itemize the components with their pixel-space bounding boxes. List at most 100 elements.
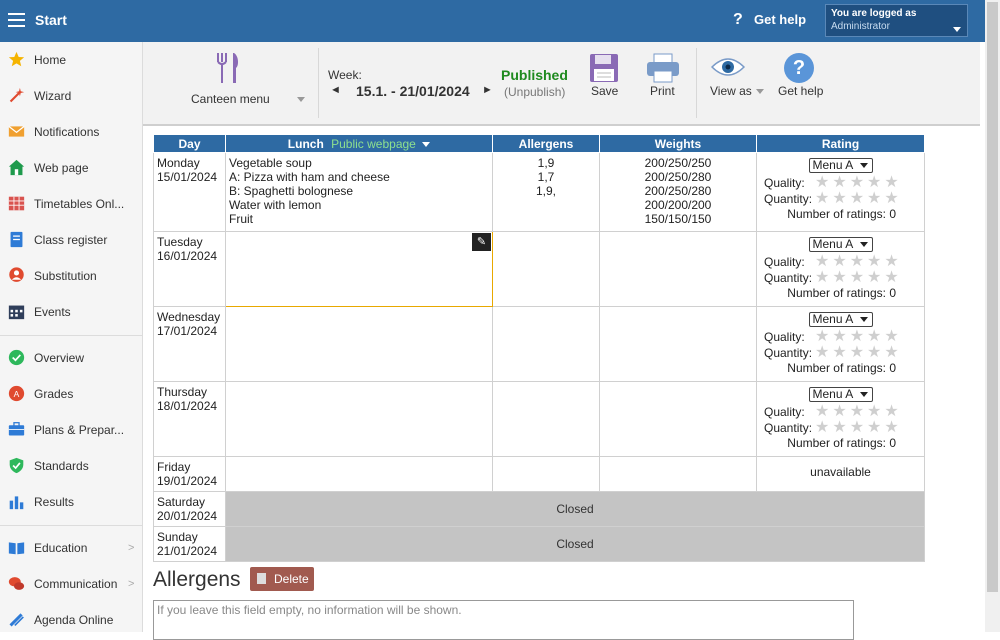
quantity-stars-icon[interactable]: ★★★★★ bbox=[815, 270, 902, 286]
scrollbar-thumb[interactable] bbox=[987, 2, 998, 592]
lunch-cell[interactable]: Vegetable soup A: Pizza with ham and che… bbox=[225, 152, 493, 232]
wand-icon bbox=[9, 87, 25, 103]
sidebar-item-label: Overview bbox=[34, 351, 85, 365]
next-week-button[interactable]: ► bbox=[482, 84, 493, 96]
plans-icon bbox=[8, 422, 25, 436]
house-icon bbox=[8, 159, 25, 176]
print-button[interactable]: Print bbox=[643, 52, 685, 110]
hamburger-menu-icon[interactable] bbox=[8, 13, 25, 27]
user-menu[interactable]: You are logged as Administrator bbox=[825, 4, 968, 37]
quantity-rating: Quantity: ★★★★★ bbox=[760, 420, 921, 436]
sidebar-item-wizard[interactable]: Wizard bbox=[0, 78, 142, 114]
sidebar-item-grades[interactable]: A Grades bbox=[0, 376, 142, 412]
lunch-cell[interactable] bbox=[225, 306, 493, 382]
table-row: Saturday 20/01/2024 Closed bbox=[153, 491, 925, 527]
weights-cell bbox=[599, 231, 757, 307]
public-webpage-dropdown[interactable]: Public webpage bbox=[331, 137, 416, 151]
ratings-count: Number of ratings: 0 bbox=[787, 286, 896, 300]
sidebar-item-label: Class register bbox=[34, 233, 108, 247]
menu-select[interactable]: Menu A bbox=[808, 387, 873, 402]
svg-text:A: A bbox=[14, 389, 20, 399]
view-as-dropdown[interactable]: View as bbox=[707, 52, 767, 110]
closed-cell: Closed bbox=[225, 526, 925, 562]
canteen-menu-dropdown[interactable]: Canteen menu bbox=[183, 50, 308, 112]
quality-stars-icon[interactable]: ★★★★★ bbox=[815, 175, 902, 191]
menu-select[interactable]: Menu A bbox=[808, 237, 873, 252]
chevron-down-icon bbox=[297, 97, 305, 102]
toolbar-get-help-button[interactable]: ? Get help bbox=[775, 52, 827, 110]
chevron-down-icon bbox=[859, 392, 868, 397]
header-lunch: Lunch Public webpage bbox=[225, 134, 493, 153]
menu-select[interactable]: Menu A bbox=[808, 312, 873, 327]
pencil-icon bbox=[9, 613, 24, 627]
menu-select[interactable]: Menu A bbox=[808, 158, 873, 173]
lunch-cell[interactable] bbox=[225, 381, 493, 457]
quality-stars-icon[interactable]: ★★★★★ bbox=[815, 404, 902, 420]
quantity-rating: Quantity: ★★★★★ bbox=[760, 270, 921, 286]
quality-label: Quality: bbox=[764, 330, 805, 344]
sidebar-item-education[interactable]: Education > bbox=[0, 530, 142, 566]
quantity-stars-icon[interactable]: ★★★★★ bbox=[815, 345, 902, 361]
weights-cell bbox=[599, 456, 757, 492]
sidebar-item-results[interactable]: Results bbox=[0, 484, 142, 520]
quantity-label: Quantity: bbox=[764, 346, 813, 360]
sidebar: Home Wizard Notifications Web page Timet… bbox=[0, 42, 143, 632]
unpublish-link[interactable]: (Unpublish) bbox=[504, 85, 565, 99]
sidebar-item-substitution[interactable]: Substitution bbox=[0, 258, 142, 294]
app-title[interactable]: Start bbox=[35, 12, 67, 28]
closed-cell: Closed bbox=[225, 491, 925, 527]
sidebar-item-plans[interactable]: Plans & Prepar... bbox=[0, 412, 142, 448]
sidebar-item-agenda-online[interactable]: Agenda Online bbox=[0, 602, 142, 638]
header-weights: Weights bbox=[599, 134, 757, 153]
get-help-link[interactable]: Get help bbox=[754, 12, 806, 27]
quality-label: Quality: bbox=[764, 255, 805, 269]
sidebar-item-home[interactable]: Home bbox=[0, 42, 142, 78]
quality-label: Quality: bbox=[764, 405, 805, 419]
ratings-count: Number of ratings: 0 bbox=[787, 207, 896, 221]
allergens-notes-textarea[interactable]: If you leave this field empty, no inform… bbox=[153, 600, 854, 640]
lunch-cell-editing[interactable]: ✎ bbox=[225, 231, 493, 307]
help-icon[interactable]: ? bbox=[733, 11, 743, 29]
quantity-stars-icon[interactable]: ★★★★★ bbox=[815, 191, 902, 207]
trash-icon bbox=[257, 573, 266, 584]
page-scrollbar[interactable] bbox=[985, 0, 1000, 632]
sidebar-item-communication[interactable]: Communication > bbox=[0, 566, 142, 602]
envelope-icon bbox=[8, 125, 25, 137]
chevron-right-icon: > bbox=[128, 542, 135, 554]
allergens-cell bbox=[492, 306, 600, 382]
timetable-icon bbox=[8, 196, 25, 211]
header-allergens: Allergens bbox=[492, 134, 600, 153]
sidebar-item-standards[interactable]: Standards bbox=[0, 448, 142, 484]
quantity-stars-icon[interactable]: ★★★★★ bbox=[815, 420, 902, 436]
sidebar-item-notifications[interactable]: Notifications bbox=[0, 114, 142, 150]
quality-stars-icon[interactable]: ★★★★★ bbox=[815, 254, 902, 270]
sidebar-item-label: Home bbox=[34, 53, 67, 67]
sidebar-item-overview[interactable]: Overview bbox=[0, 340, 142, 376]
header-lunch-label: Lunch bbox=[287, 136, 324, 151]
edit-pencil-icon[interactable]: ✎ bbox=[472, 233, 491, 251]
chevron-down-icon bbox=[756, 89, 764, 94]
menu-select-value: Menu A bbox=[812, 312, 854, 326]
chevron-down-icon bbox=[859, 163, 868, 168]
table-row: Monday 15/01/2024 Vegetable soup A: Pizz… bbox=[153, 152, 925, 232]
day-date: 21/01/2024 bbox=[157, 544, 218, 558]
sidebar-item-events[interactable]: Events bbox=[0, 294, 142, 330]
print-label: Print bbox=[650, 84, 675, 98]
sidebar-item-timetables[interactable]: Timetables Onl... bbox=[0, 186, 142, 222]
weights-cell: 200/250/250 200/250/280 200/250/280 200/… bbox=[599, 152, 757, 232]
book-icon bbox=[10, 231, 23, 248]
quantity-label: Quantity: bbox=[764, 421, 813, 435]
delete-button[interactable]: Delete bbox=[250, 567, 314, 591]
sidebar-item-web-page[interactable]: Web page bbox=[0, 150, 142, 186]
allergens-cell bbox=[492, 456, 600, 492]
lunch-item: B: Spaghetti bolognese bbox=[229, 184, 354, 198]
save-button[interactable]: Save bbox=[583, 52, 625, 110]
lunch-cell[interactable] bbox=[225, 456, 493, 492]
sidebar-item-label: Events bbox=[34, 305, 71, 319]
quality-stars-icon[interactable]: ★★★★★ bbox=[815, 329, 902, 345]
prev-week-button[interactable]: ◄ bbox=[330, 84, 341, 96]
sidebar-item-class-register[interactable]: Class register bbox=[0, 222, 142, 258]
weight-value: 200/250/280 bbox=[644, 184, 712, 198]
check-circle-icon bbox=[8, 349, 25, 366]
rating-cell: Menu A Quality: ★★★★★ Quantity: ★★★★★ Numb… bbox=[756, 152, 925, 232]
